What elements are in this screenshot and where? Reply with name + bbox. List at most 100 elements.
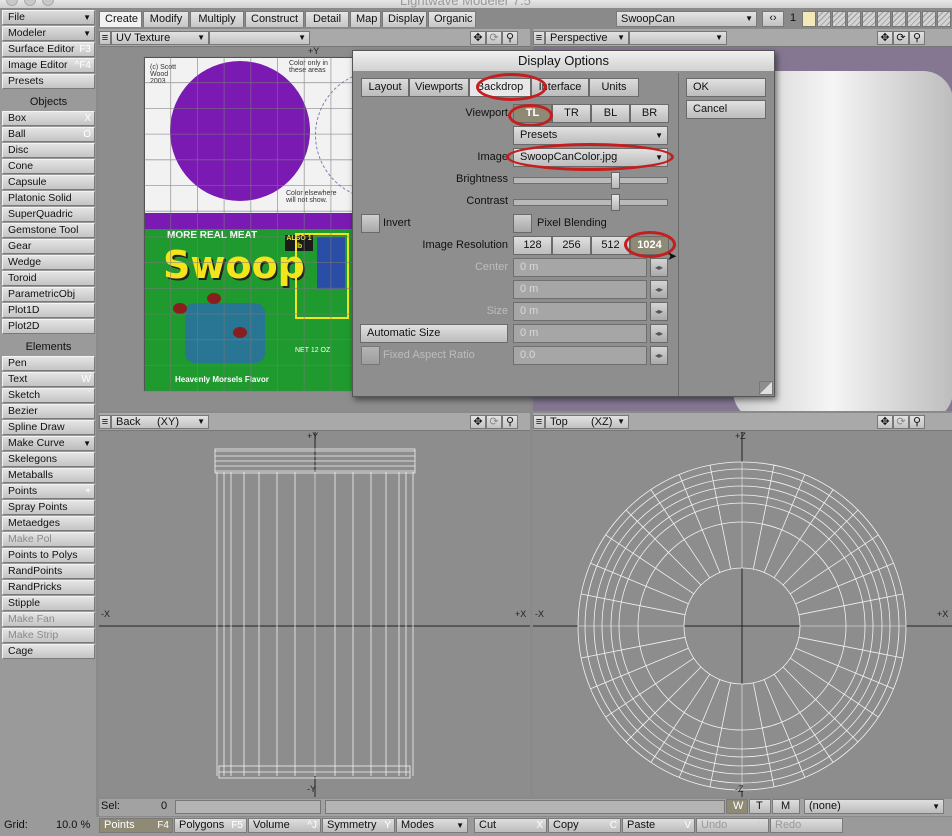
morph-map-button[interactable]: M xyxy=(772,799,800,814)
zoom-icon[interactable]: ⚲ xyxy=(909,415,925,429)
automatic-size-stepper[interactable]: ◂▸ xyxy=(650,324,668,343)
tool-spray-points[interactable]: Spray Points xyxy=(2,500,95,515)
contrast-slider[interactable] xyxy=(513,199,668,206)
resolution-option-128[interactable]: 128 xyxy=(513,236,552,255)
brightness-knob[interactable] xyxy=(610,172,620,189)
modes-select[interactable]: Modes xyxy=(396,818,468,833)
tool-randpoints[interactable]: RandPoints xyxy=(2,564,95,579)
tab-multiply[interactable]: Multiply xyxy=(190,11,244,27)
resolution-option-512[interactable]: 512 xyxy=(591,236,630,255)
pan-icon[interactable]: ✥ xyxy=(877,31,893,45)
layer-button[interactable] xyxy=(877,11,891,27)
tool-make-curve[interactable]: Make Curve xyxy=(2,436,95,451)
automatic-size-button[interactable]: Automatic Size xyxy=(360,324,508,343)
tool-points-to-polys[interactable]: Points to Polys xyxy=(2,548,95,563)
layer-button[interactable] xyxy=(802,11,816,27)
tool-surface-editor[interactable]: Surface Editor F3 xyxy=(2,42,95,57)
volume-mode-button[interactable]: Volume ^J xyxy=(248,818,321,833)
layer-button[interactable] xyxy=(907,11,921,27)
viewport-display-select[interactable] xyxy=(209,31,310,45)
tool-platonic-solid[interactable]: Platonic Solid xyxy=(2,191,95,206)
resolution-option-1024[interactable]: 1024 xyxy=(630,236,669,255)
paste-button[interactable]: Paste V xyxy=(622,818,695,833)
pixel-blending-checkbox[interactable] xyxy=(513,214,532,233)
tab-display[interactable]: Display xyxy=(382,11,427,27)
tool-presets[interactable]: Presets xyxy=(2,74,95,89)
tool-wedge[interactable]: Wedge xyxy=(2,255,95,270)
layer-button[interactable] xyxy=(937,11,951,27)
tool-modeler[interactable]: Modeler xyxy=(2,26,95,41)
invert-checkbox[interactable] xyxy=(361,214,380,233)
rotate-icon[interactable]: ⟳ xyxy=(893,415,909,429)
image-select[interactable]: SwoopCanColor.jpg ▼ xyxy=(513,148,668,167)
dialog-tab-viewports[interactable]: Viewports xyxy=(409,78,469,97)
presets-button[interactable]: Presets ▼ xyxy=(513,126,668,145)
tool-text[interactable]: Text W xyxy=(2,372,95,387)
fixed-aspect-checkbox[interactable] xyxy=(361,346,380,365)
close-window-button[interactable] xyxy=(6,0,18,6)
object-select[interactable]: SwoopCan xyxy=(616,11,757,27)
layer-button[interactable] xyxy=(862,11,876,27)
pan-icon[interactable]: ✥ xyxy=(877,415,893,429)
dialog-tab-layout[interactable]: Layout xyxy=(361,78,409,97)
texture-map-button[interactable]: T xyxy=(749,799,771,814)
tool-disc[interactable]: Disc xyxy=(2,143,95,158)
tool-bezier[interactable]: Bezier xyxy=(2,404,95,419)
viewport-option-br[interactable]: BR xyxy=(630,104,669,123)
contrast-knob[interactable] xyxy=(610,194,620,211)
zoom-icon[interactable]: ⚲ xyxy=(909,31,925,45)
tool-image-editor[interactable]: Image Editor ^F4 xyxy=(2,58,95,73)
tool-toroid[interactable]: Toroid xyxy=(2,271,95,286)
automatic-size-field[interactable]: 0 m xyxy=(513,324,647,343)
tool-gemstone-tool[interactable]: Gemstone Tool xyxy=(2,223,95,238)
rotate-icon[interactable]: ⟳ xyxy=(893,31,909,45)
tool-randpricks[interactable]: RandPricks xyxy=(2,580,95,595)
viewport-menu-icon[interactable]: ≡ xyxy=(99,31,111,45)
tool-file[interactable]: File xyxy=(2,10,95,25)
redo-button[interactable]: Redo xyxy=(770,818,843,833)
dialog-tab-backdrop[interactable]: Backdrop xyxy=(469,78,531,97)
weight-map-button[interactable]: W xyxy=(726,799,748,814)
tool-make-fan[interactable]: Make Fan xyxy=(2,612,95,627)
tool-points[interactable]: Points + xyxy=(2,484,95,499)
viewport-type-select[interactable]: Top (XZ) xyxy=(545,415,629,429)
viewport-option-tr[interactable]: TR xyxy=(552,104,591,123)
zoom-icon[interactable]: ⚲ xyxy=(502,415,518,429)
viewport-menu-icon[interactable]: ≡ xyxy=(99,415,111,429)
viewport-top[interactable]: ≡ Top (XZ) ✥ ⟳ ⚲ +Z -Z -X +X xyxy=(533,413,952,797)
viewport-display-select[interactable] xyxy=(629,31,727,45)
tool-parametricobj[interactable]: ParametricObj xyxy=(2,287,95,302)
layer-button[interactable] xyxy=(847,11,861,27)
pan-icon[interactable]: ✥ xyxy=(470,415,486,429)
ok-button[interactable]: OK xyxy=(686,78,766,97)
tool-superquadric[interactable]: SuperQuadric xyxy=(2,207,95,222)
tool-pen[interactable]: Pen xyxy=(2,356,95,371)
viewport-type-select[interactable]: Back (XY) xyxy=(111,415,209,429)
tool-stipple[interactable]: Stipple xyxy=(2,596,95,611)
tool-plot2d[interactable]: Plot2D xyxy=(2,319,95,334)
zoom-icon[interactable]: ⚲ xyxy=(502,31,518,45)
tool-metaballs[interactable]: Metaballs xyxy=(2,468,95,483)
center-x-stepper[interactable]: ◂▸ xyxy=(650,258,668,277)
layer-prev-next-arrows[interactable]: ‹› xyxy=(762,11,784,27)
undo-button[interactable]: Undo U xyxy=(696,818,769,833)
tab-organic[interactable]: Organic xyxy=(428,11,476,27)
viewport-type-select[interactable]: Perspective xyxy=(545,31,629,45)
tab-detail[interactable]: Detail xyxy=(305,11,349,27)
tool-spline-draw[interactable]: Spline Draw xyxy=(2,420,95,435)
center-x-field[interactable]: 0 m xyxy=(513,258,647,277)
viewport-option-tl[interactable]: TL xyxy=(513,104,552,123)
tool-cone[interactable]: Cone xyxy=(2,159,95,174)
fixed-aspect-stepper[interactable]: ◂▸ xyxy=(650,346,668,365)
cut-button[interactable]: Cut X xyxy=(474,818,547,833)
points-mode-button[interactable]: Points F4 xyxy=(99,818,173,833)
tool-skelegons[interactable]: Skelegons xyxy=(2,452,95,467)
tool-sketch[interactable]: Sketch ` xyxy=(2,388,95,403)
symmetry-toggle[interactable]: Symmetry Y xyxy=(322,818,395,833)
viewport-menu-icon[interactable]: ≡ xyxy=(533,31,545,45)
tool-plot1d[interactable]: Plot1D xyxy=(2,303,95,318)
copy-button[interactable]: Copy C xyxy=(548,818,621,833)
tool-metaedges[interactable]: Metaedges xyxy=(2,516,95,531)
viewport-back[interactable]: ≡ Back (XY) ✥ ⟳ ⚲ +Y -Y -X +X xyxy=(99,413,530,797)
dialog-tab-interface[interactable]: Interface xyxy=(531,78,589,97)
